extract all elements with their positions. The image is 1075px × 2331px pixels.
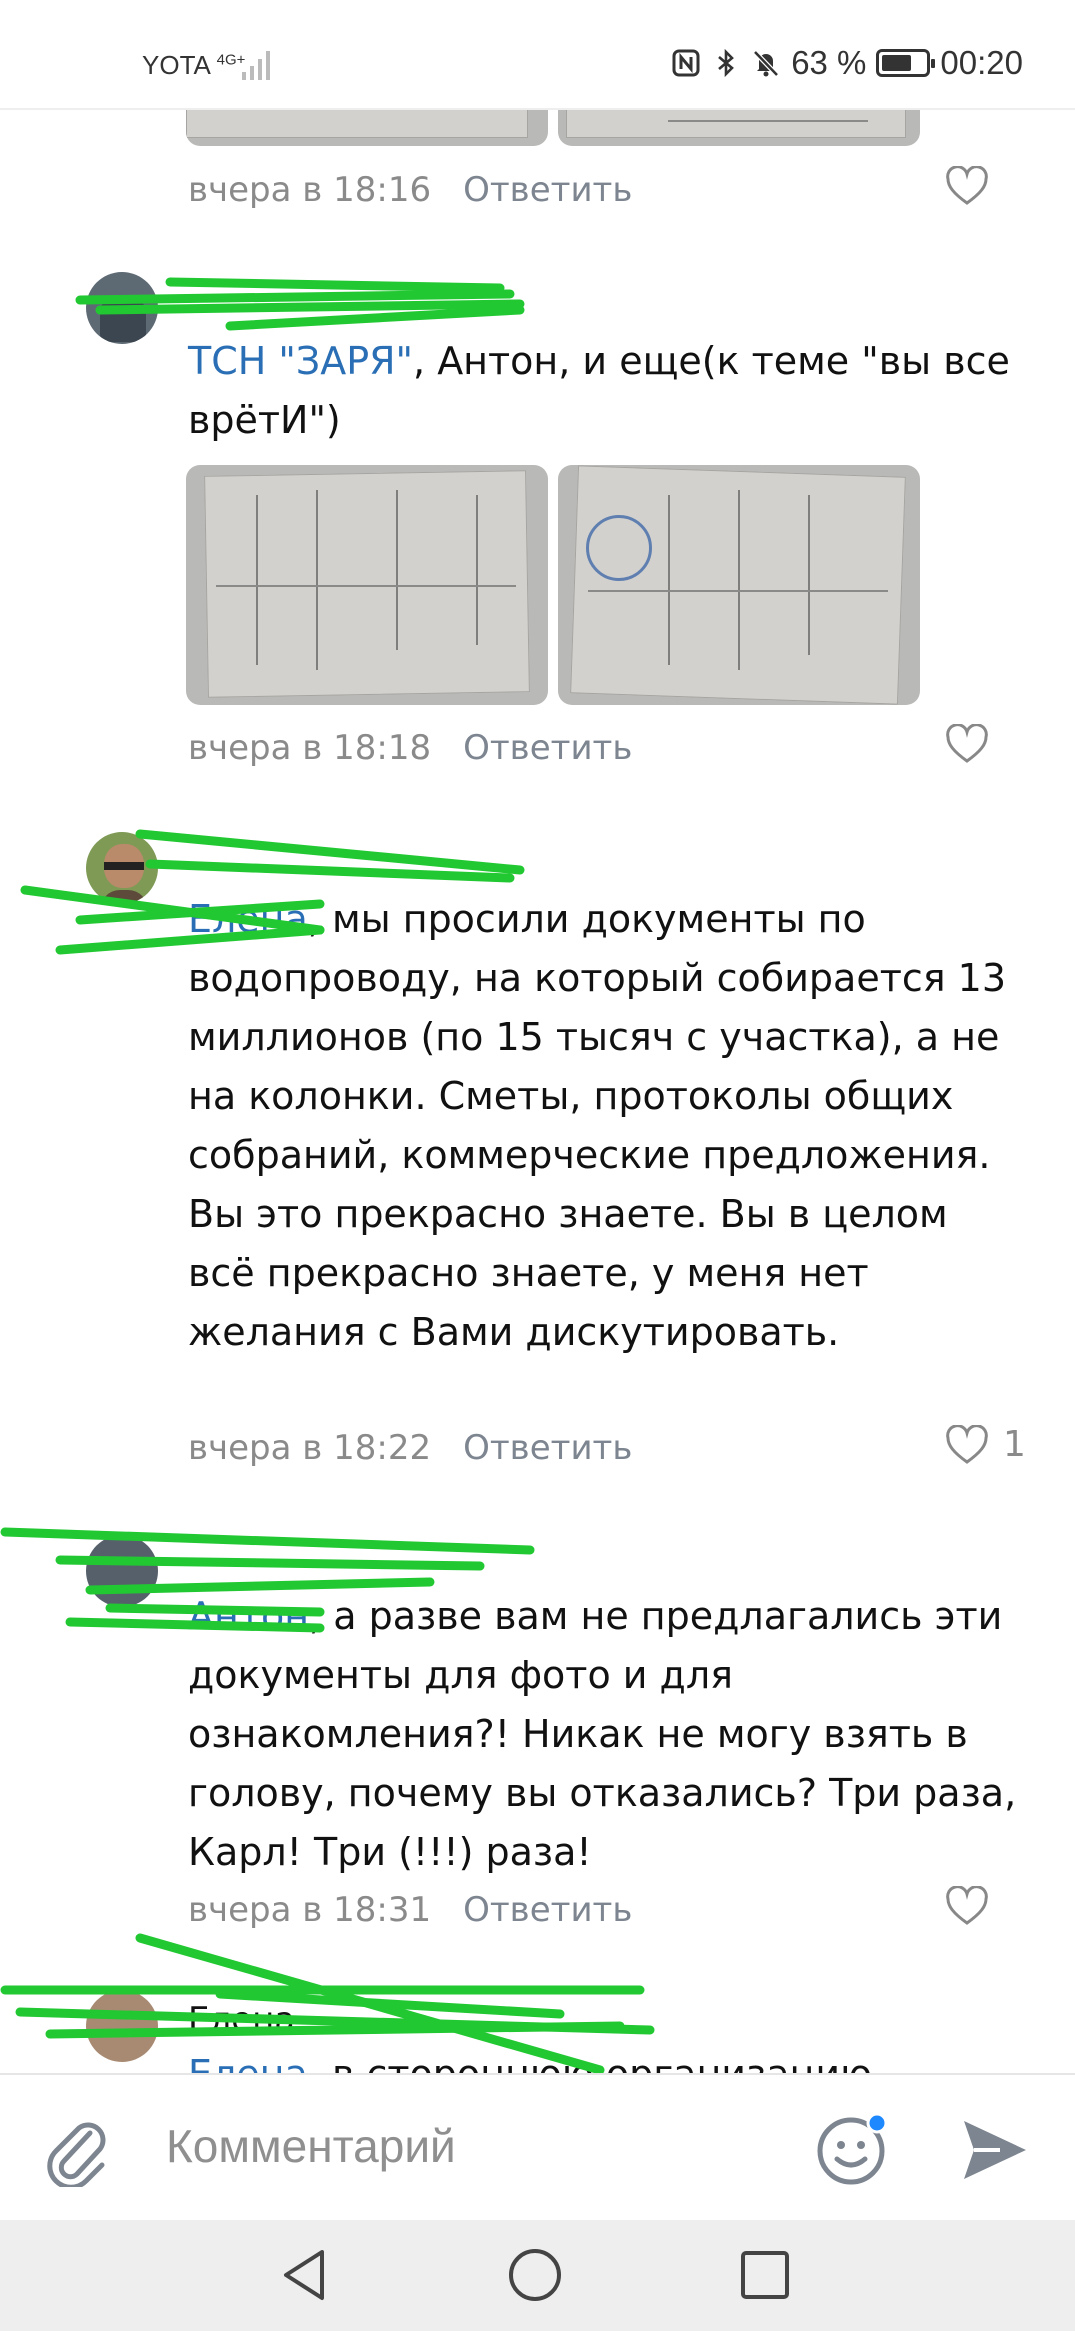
attached-photo[interactable] (186, 465, 548, 705)
like-count: 1 (1003, 1424, 1026, 1465)
comment-composer: Комментарий (0, 2073, 1075, 2222)
bluetooth-icon (718, 48, 735, 78)
top-divider (0, 108, 1075, 110)
signal-icon (242, 51, 270, 80)
like-button[interactable] (945, 1886, 1003, 1926)
comment-meta: вчера в 18:16 Ответить (188, 170, 632, 210)
like-button[interactable] (945, 724, 1003, 764)
mention-link[interactable]: Елена (188, 897, 308, 941)
paperclip-icon[interactable] (46, 2115, 110, 2187)
heart-icon (946, 1424, 988, 1464)
comment-meta: вчера в 18:22 Ответить (188, 1428, 632, 1468)
nfc-icon (672, 49, 700, 77)
avatar[interactable] (86, 832, 158, 904)
recents-square-icon[interactable] (736, 2246, 794, 2304)
comment-time: вчера в 18:31 (188, 1890, 432, 1930)
system-nav-bar (0, 2220, 1075, 2331)
comment-input[interactable]: Комментарий (166, 2119, 456, 2173)
reply-button[interactable]: Ответить (463, 1890, 632, 1930)
emoji-icon[interactable] (815, 2111, 891, 2187)
comment-text: Антон, а разве вам не предлагались эти д… (188, 1594, 1017, 1874)
comment-time: вчера в 18:22 (188, 1428, 432, 1468)
attached-photo[interactable] (558, 465, 920, 705)
comment-author[interactable]: Елена (188, 2000, 295, 2040)
avatar[interactable] (86, 1990, 158, 2062)
mute-icon (753, 50, 779, 77)
mention-link[interactable]: Антон (188, 1594, 309, 1638)
comment-meta: вчера в 18:18 Ответить (188, 728, 632, 768)
mention-link[interactable]: ТСН "ЗАРЯ" (188, 339, 413, 383)
carrier-label: YOTA 4G+ (142, 50, 246, 80)
heart-icon (946, 724, 988, 763)
reply-button[interactable]: Ответить (463, 170, 632, 210)
reply-button[interactable]: Ответить (463, 1428, 632, 1468)
comment-author[interactable] (188, 282, 488, 322)
home-circle-icon[interactable] (506, 2246, 564, 2304)
comment-text: ТСН "ЗАРЯ", Антон, и еще(к теме "вы все … (188, 339, 1010, 442)
comment-author[interactable] (188, 840, 488, 880)
send-icon[interactable] (960, 2115, 1030, 2185)
heart-icon (946, 166, 988, 205)
battery-icon (876, 49, 936, 77)
comment-time: вчера в 18:18 (188, 728, 432, 768)
like-button[interactable]: 1 (945, 1424, 1026, 1465)
status-bar: YOTA 4G+ 63 % 00:20 (0, 0, 1075, 110)
like-button[interactable] (945, 166, 1003, 206)
avatar[interactable] (86, 1535, 158, 1607)
comment-author[interactable] (188, 1545, 488, 1585)
battery-percent: 63 % (791, 44, 867, 81)
comment-text: Елена, мы просили документы по водопрово… (188, 897, 1007, 1354)
avatar[interactable] (86, 272, 158, 344)
back-triangle-icon[interactable] (276, 2246, 334, 2304)
reply-button[interactable]: Ответить (463, 728, 632, 768)
comment-meta: вчера в 18:31 Ответить (188, 1890, 632, 1930)
heart-icon (946, 1886, 988, 1925)
clock: 00:20 (940, 44, 1023, 81)
comment-time: вчера в 18:16 (188, 170, 432, 210)
